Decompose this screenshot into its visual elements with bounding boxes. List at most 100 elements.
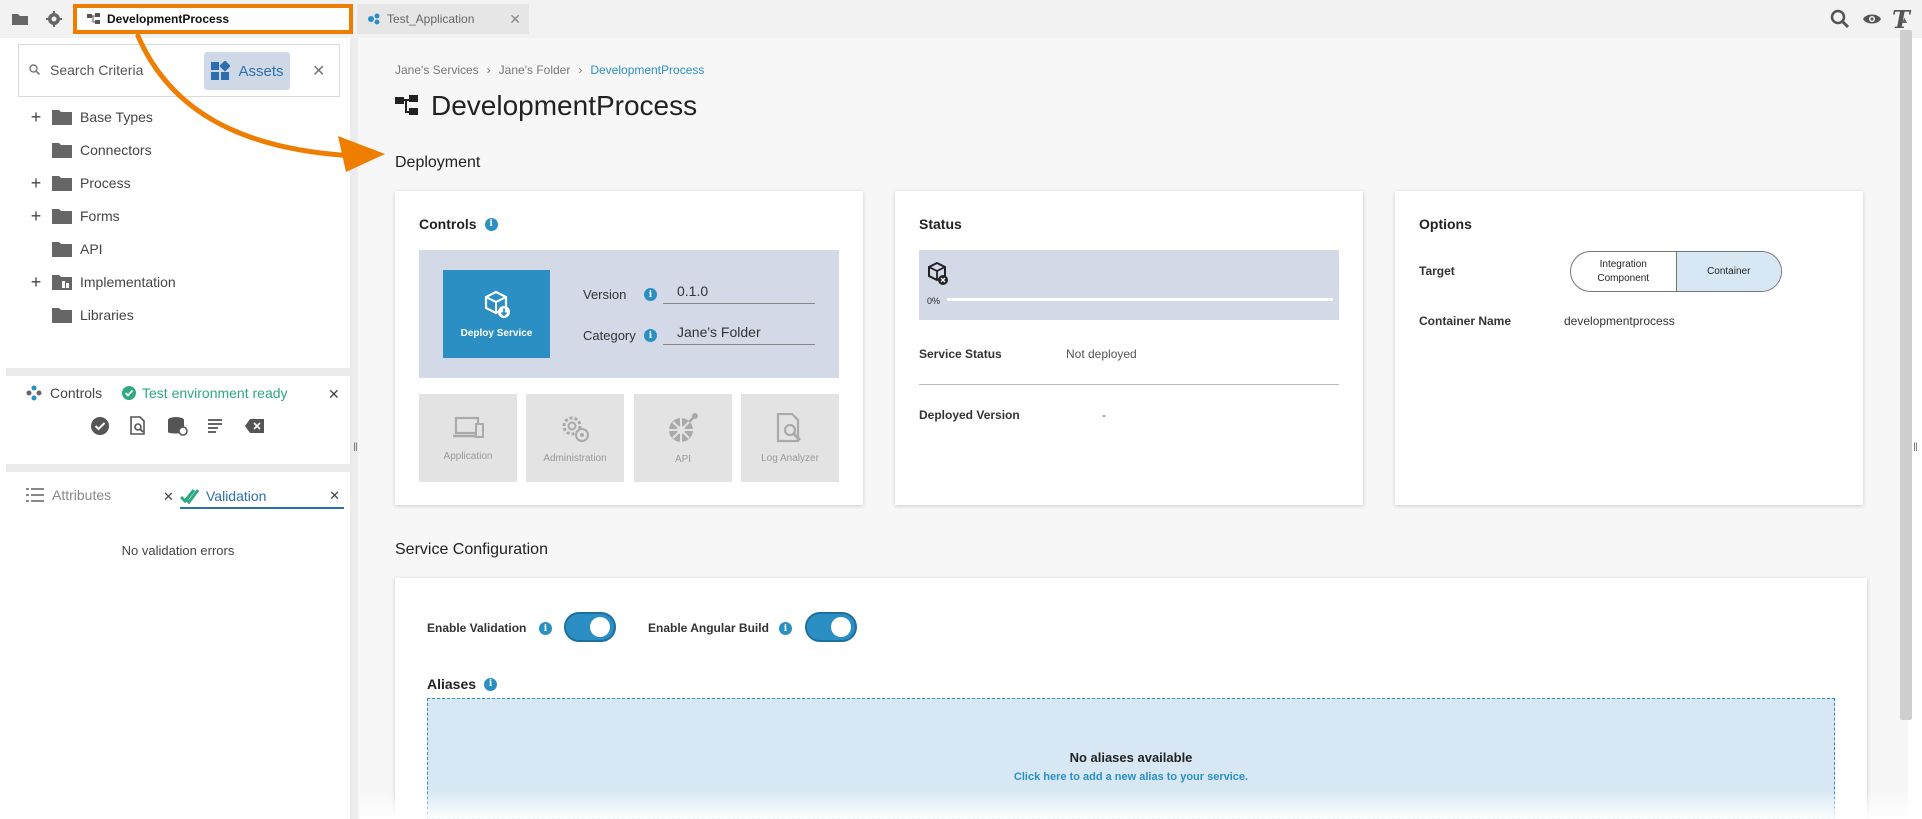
info-icon[interactable]: i <box>484 217 498 231</box>
database-icon[interactable] <box>166 416 188 436</box>
info-icon[interactable]: i <box>644 329 657 342</box>
close-attributes-icon[interactable]: ✕ <box>163 489 174 505</box>
enable-angular-toggle[interactable] <box>805 612 857 642</box>
environment-status-label: Test environment ready <box>142 385 288 401</box>
admin-gears-icon <box>560 413 590 443</box>
folder-icon[interactable] <box>7 6 33 32</box>
version-label: Version <box>583 287 627 302</box>
validate-icon[interactable] <box>90 416 110 436</box>
version-field[interactable]: 0.1.0 <box>663 283 815 304</box>
gear-icon[interactable] <box>41 6 67 32</box>
expand-icon[interactable]: + <box>28 206 44 227</box>
category-field[interactable]: Jane's Folder <box>663 324 815 345</box>
gamepad-icon <box>26 385 42 401</box>
search-icon[interactable] <box>1830 9 1850 29</box>
deploy-service-label: Deploy Service <box>460 327 533 339</box>
vertical-scrollbar[interactable] <box>1900 30 1912 720</box>
controls-card-title-text: Controls <box>419 216 477 232</box>
container-name-label: Container Name <box>1419 314 1512 328</box>
info-icon[interactable]: i <box>484 677 498 691</box>
clear-search-icon[interactable]: ✕ <box>312 61 325 81</box>
breadcrumb-item[interactable]: Jane's Folder <box>499 63 571 77</box>
folder-icon <box>52 208 72 224</box>
tool-administration[interactable]: Administration <box>526 394 624 482</box>
page-title: DevelopmentProcess <box>395 90 697 122</box>
search-input[interactable]: Search Criteria <box>50 62 143 78</box>
inspect-document-icon[interactable] <box>128 416 148 436</box>
tree-item-label: Base Types <box>80 109 153 125</box>
clear-icon[interactable] <box>244 416 266 436</box>
process-icon <box>395 95 419 117</box>
tree-item-connectors[interactable]: Connectors <box>28 138 152 162</box>
target-option-integration-component[interactable]: Integration Component <box>1571 252 1676 291</box>
controls-panel-title: Controls <box>26 385 102 401</box>
tree-item-base-types[interactable]: + Base Types <box>28 105 153 129</box>
horizontal-splitter[interactable] <box>6 464 350 472</box>
implementation-folder-icon <box>52 274 72 290</box>
breadcrumb-item[interactable]: Jane's Services <box>395 63 479 77</box>
expand-icon[interactable]: + <box>28 107 44 128</box>
controls-panel-label: Controls <box>50 385 103 401</box>
folder-icon <box>52 142 72 158</box>
progress-bar <box>947 298 1333 301</box>
tab-label: DevelopmentProcess <box>107 12 230 26</box>
expand-icon[interactable]: + <box>28 272 44 293</box>
list-icon <box>26 487 44 503</box>
folder-icon <box>52 109 72 125</box>
api-icon <box>667 412 699 444</box>
deploy-package-icon <box>482 290 512 320</box>
tab-attributes[interactable]: Attributes <box>26 487 111 503</box>
expand-icon[interactable]: + <box>28 173 44 194</box>
tree-item-api[interactable]: API <box>28 237 103 261</box>
list-icon[interactable] <box>206 416 226 436</box>
tab-validation-label: Validation <box>206 488 267 504</box>
info-icon[interactable]: i <box>644 288 657 301</box>
info-icon[interactable]: i <box>779 622 792 635</box>
check-circle-icon <box>122 386 136 400</box>
folder-icon <box>52 241 72 257</box>
service-config-heading: Service Configuration <box>395 541 548 558</box>
target-option-line: Component <box>1597 272 1650 284</box>
tree-item-forms[interactable]: + Forms <box>28 204 120 228</box>
pane-splitter[interactable] <box>350 38 358 819</box>
tree-item-process[interactable]: + Process <box>28 171 131 195</box>
bottom-fade <box>360 790 1908 819</box>
status-card-title: Status <box>919 216 962 232</box>
target-selector: Integration Component Container <box>1570 251 1782 292</box>
info-icon[interactable]: i <box>539 622 552 635</box>
tool-application[interactable]: Application <box>419 394 517 482</box>
assets-button[interactable]: Assets <box>204 52 290 90</box>
deploy-service-button[interactable]: Deploy Service <box>443 270 550 358</box>
scroll-up-icon[interactable]: ▲ <box>1900 15 1909 25</box>
close-controls-icon[interactable]: ✕ <box>328 386 340 403</box>
tab-test-application[interactable]: Test_Application ✕ <box>357 4 529 34</box>
target-option-line: Integration <box>1599 258 1647 270</box>
container-name-value: developmentprocess <box>1564 314 1675 328</box>
eye-icon[interactable] <box>1862 12 1882 26</box>
service-status-value: Not deployed <box>1066 347 1137 361</box>
target-option-container[interactable]: Container <box>1675 252 1781 291</box>
tool-label: Log Analyzer <box>761 452 819 464</box>
folder-icon <box>52 175 72 191</box>
horizontal-splitter[interactable] <box>6 368 350 376</box>
tab-validation[interactable]: Validation ✕ <box>180 485 344 509</box>
category-label: Category <box>583 328 636 343</box>
tool-log-analyzer[interactable]: Log Analyzer <box>741 394 839 482</box>
close-icon[interactable]: ✕ <box>509 11 521 28</box>
enable-validation-toggle[interactable] <box>564 612 616 642</box>
close-validation-icon[interactable]: ✕ <box>329 488 340 504</box>
folder-icon <box>52 307 72 323</box>
enable-angular-label: Enable Angular Build <box>648 621 769 635</box>
tab-developmentprocess[interactable]: DevelopmentProcess <box>73 4 353 34</box>
controls-toolbar <box>90 416 266 436</box>
validation-empty-text: No validation errors <box>121 543 235 558</box>
package-status-icon <box>927 262 949 286</box>
tree-item-implementation[interactable]: + Implementation <box>28 270 176 294</box>
deployment-heading: Deployment <box>395 154 481 171</box>
application-icon <box>367 13 381 25</box>
tree-item-libraries[interactable]: Libraries <box>28 303 134 327</box>
add-alias-link[interactable]: Click here to add a new alias to your se… <box>427 771 1835 783</box>
tool-api[interactable]: API <box>634 394 732 482</box>
controls-card-title: Controls i <box>419 216 498 232</box>
right-splitter-handle-icon[interactable]: ‖ <box>1913 440 1918 454</box>
